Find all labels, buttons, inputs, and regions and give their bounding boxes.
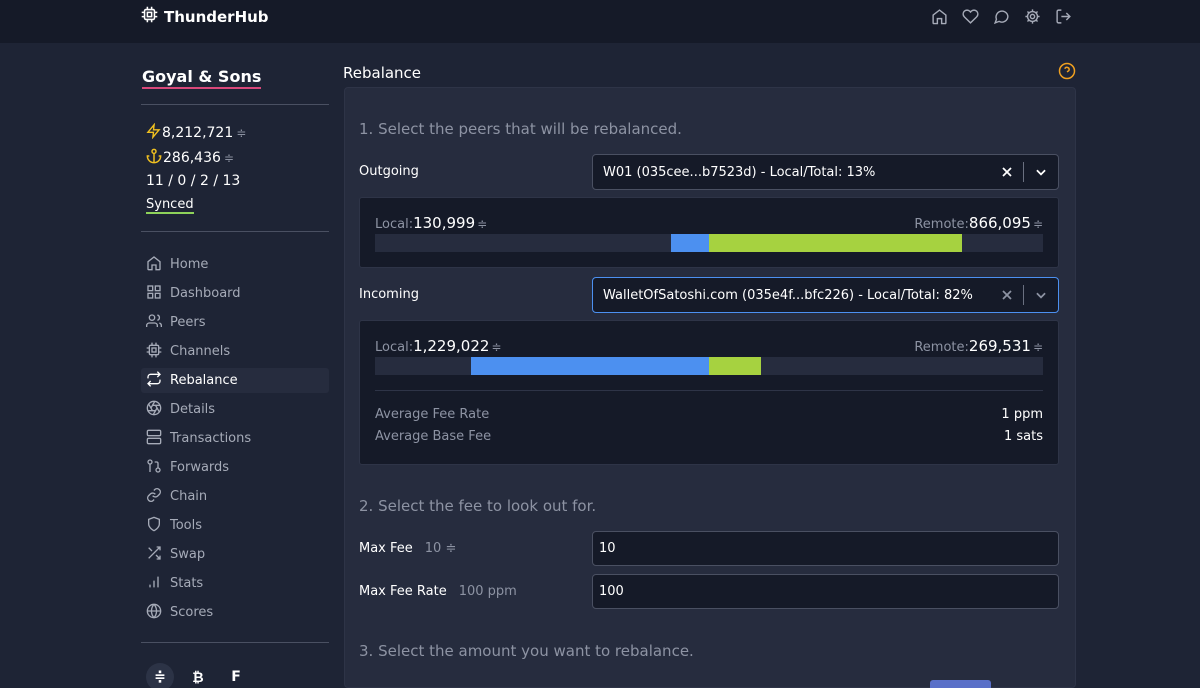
sidebar-item-home[interactable]: Home (141, 252, 329, 277)
incoming-local-bar (471, 357, 709, 375)
users-icon (146, 313, 163, 333)
top-bar: ThunderHub (0, 0, 1200, 43)
gear-icon[interactable] (1023, 6, 1041, 26)
brand-name: ThunderHub (164, 7, 269, 26)
git-pull-request-icon (146, 458, 162, 478)
sidebar-item-dashboard[interactable]: Dashboard (141, 281, 329, 306)
sidebar-item-details[interactable]: Details (141, 397, 329, 422)
outgoing-selected-value: W01 (035cee...b7523d) - Local/Total: 13% (603, 164, 876, 180)
incoming-remote-bar (709, 357, 761, 375)
currency-sats-button[interactable]: ≑ (146, 663, 174, 688)
cpu-icon (146, 342, 162, 362)
cpu-logo-icon (141, 6, 158, 27)
top-nav (930, 6, 1072, 26)
home-icon[interactable] (930, 6, 948, 26)
anchor-icon (146, 148, 162, 168)
avg-fee-rate-value: 1 ppm (1001, 407, 1043, 422)
fee-divider (375, 390, 1043, 391)
currency-fiat-button[interactable]: F (222, 663, 250, 688)
avg-base-fee-row: Average Base Fee 1 sats (375, 429, 1043, 444)
outgoing-local: Local:130,999 ≑ (375, 214, 488, 232)
sidebar-item-rebalance[interactable]: Rebalance (141, 368, 329, 393)
sidebar-item-transactions[interactable]: Transactions (141, 426, 329, 451)
sidebar-item-swap[interactable]: Swap (141, 542, 329, 567)
sidebar-divider (141, 104, 329, 105)
shuffle-icon (146, 545, 162, 565)
max-fee-rate-hint: 100 ppm (458, 584, 517, 599)
incoming-label: Incoming (359, 287, 419, 302)
repeat-icon (146, 370, 162, 391)
logout-icon[interactable] (1054, 6, 1072, 26)
max-fee-input[interactable] (592, 531, 1059, 566)
currency-btc-button[interactable]: ₿ (184, 663, 212, 688)
incoming-balance-panel: Local:1,229,022 ≑ Remote:269,531 ≑ Average… (359, 320, 1059, 465)
home-icon (146, 255, 162, 275)
sidebar-item-channels[interactable]: Channels (141, 339, 329, 364)
chevron-down-icon[interactable] (1024, 165, 1058, 179)
link-icon (146, 487, 162, 507)
clear-incoming-icon[interactable] (991, 289, 1023, 301)
sidebar-item-peers[interactable]: Peers (141, 310, 329, 335)
zap-icon (146, 122, 161, 143)
incoming-peer-select[interactable]: WalletOfSatoshi.com (035e4f...bfc226) - … (592, 277, 1059, 313)
outgoing-local-bar (671, 234, 709, 252)
outgoing-balance-panel: Local:130,999 ≑ Remote:866,095 ≑ (359, 197, 1059, 268)
page-title: Rebalance (343, 64, 422, 82)
clear-outgoing-icon[interactable] (991, 166, 1023, 178)
bar-chart-icon (146, 574, 162, 594)
outgoing-label: Outgoing (359, 164, 419, 179)
sidebar-item-scores[interactable]: Scores (141, 600, 329, 625)
max-fee-hint: 10 ≑ (424, 541, 457, 556)
onchain-balance: 286,436 ≑ (146, 148, 234, 168)
incoming-selected-value: WalletOfSatoshi.com (035e4f...bfc226) - … (603, 287, 973, 303)
outgoing-balance-bar (375, 234, 1043, 252)
select-controls (991, 278, 1058, 312)
shield-icon (146, 516, 162, 536)
grid-icon (146, 284, 162, 304)
outgoing-balance-row: Local:130,999 ≑ Remote:866,095 ≑ (375, 214, 1043, 232)
sidebar-menu: Home Dashboard Peers Channels Rebalance … (141, 252, 329, 629)
incoming-remote: Remote:269,531 ≑ (914, 337, 1043, 355)
avg-fee-rate-row: Average Fee Rate 1 ppm (375, 407, 1043, 422)
sync-status: Synced (146, 197, 194, 214)
sidebar-item-chain[interactable]: Chain (141, 484, 329, 509)
help-circle-icon[interactable] (1058, 62, 1076, 84)
channel-counts: 11 / 0 / 2 / 13 (146, 173, 241, 189)
max-fee-label: Max Fee 10 ≑ (359, 541, 457, 556)
server-icon (146, 429, 162, 449)
sidebar-divider (141, 231, 329, 232)
outgoing-remote: Remote:866,095 ≑ (914, 214, 1043, 232)
brand[interactable]: ThunderHub (141, 6, 269, 27)
currency-toggle: ≑ ₿ F (146, 663, 250, 688)
incoming-balance-bar (375, 357, 1043, 375)
node-name: Goyal & Sons (142, 67, 262, 89)
step2-title: 2. Select the fee to look out for. (359, 497, 597, 515)
incoming-local: Local:1,229,022 ≑ (375, 337, 502, 355)
chevron-down-icon[interactable] (1024, 288, 1058, 302)
aperture-icon (146, 400, 162, 420)
outgoing-remote-bar (709, 234, 962, 252)
globe-icon (146, 603, 162, 623)
chat-icon[interactable] (992, 6, 1010, 26)
step3-title: 3. Select the amount you want to rebalan… (359, 642, 694, 660)
outgoing-peer-select[interactable]: W01 (035cee...b7523d) - Local/Total: 13% (592, 154, 1059, 190)
incoming-balance-row: Local:1,229,022 ≑ Remote:269,531 ≑ (375, 337, 1043, 355)
sidebar-divider (141, 642, 329, 643)
sidebar: Goyal & Sons 8,212,721 ≑ 286,436 ≑ 11 / 0 … (141, 43, 329, 688)
heart-icon[interactable] (961, 6, 979, 26)
max-fee-rate-input[interactable] (592, 574, 1059, 609)
sidebar-item-forwards[interactable]: Forwards (141, 455, 329, 480)
sidebar-item-tools[interactable]: Tools (141, 513, 329, 538)
select-controls (991, 155, 1058, 189)
max-fee-rate-label: Max Fee Rate 100 ppm (359, 584, 517, 599)
lightning-balance: 8,212,721 ≑ (146, 122, 246, 143)
amount-toggle-button[interactable] (930, 680, 991, 688)
sidebar-item-stats[interactable]: Stats (141, 571, 329, 596)
avg-base-fee-value: 1 sats (1003, 429, 1043, 444)
step1-title: 1. Select the peers that will be rebalan… (359, 120, 682, 138)
